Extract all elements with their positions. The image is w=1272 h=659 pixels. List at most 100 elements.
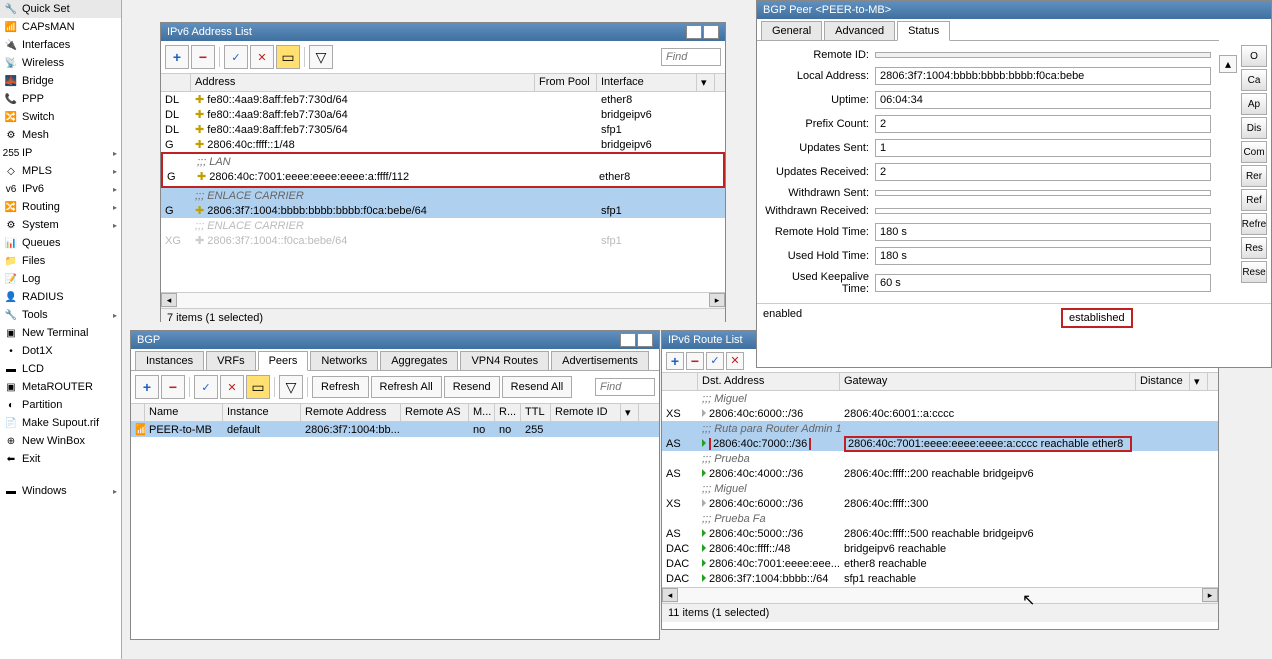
- remove-button[interactable]: −: [161, 375, 185, 399]
- close-button[interactable]: ✕: [703, 25, 719, 39]
- sidebar-item-ipv6[interactable]: v6IPv6▸: [0, 180, 121, 198]
- col-remote-id[interactable]: Remote ID: [551, 404, 621, 421]
- scrollbar-horizontal[interactable]: ◂ ▸: [662, 587, 1218, 603]
- enable-button[interactable]: ✓: [224, 45, 248, 69]
- tab-peers[interactable]: Peers: [258, 351, 309, 371]
- sidebar-item-exit[interactable]: ⬅Exit: [0, 450, 121, 468]
- filter-button[interactable]: ▽: [309, 45, 333, 69]
- scroll-up-button[interactable]: ▴: [1219, 55, 1237, 73]
- scroll-right-button[interactable]: ▸: [1202, 588, 1218, 602]
- sidebar-item-mpls[interactable]: ◇MPLS▸: [0, 162, 121, 180]
- table-row[interactable]: AS 2806:40c:5000::/362806:40c:ffff::500 …: [662, 526, 1218, 541]
- side-button-rer[interactable]: Rer: [1241, 165, 1267, 187]
- window-title-bar[interactable]: BGP Peer <PEER-to-MB>: [757, 1, 1271, 19]
- col-interface[interactable]: Interface: [597, 74, 697, 91]
- sidebar-item-partition[interactable]: ◐Partition: [0, 396, 121, 414]
- side-button-refre[interactable]: Refre: [1241, 213, 1267, 235]
- col-remote-address[interactable]: Remote Address: [301, 404, 401, 421]
- col-dst-address[interactable]: Dst. Address: [698, 373, 840, 390]
- col-menu[interactable]: ▾: [621, 404, 639, 421]
- minimize-button[interactable]: ▢: [686, 25, 702, 39]
- table-row[interactable]: AS 2806:40c:7000::/362806:40c:7001:eeee:…: [662, 436, 1218, 451]
- sidebar-item-log[interactable]: 📝Log: [0, 270, 121, 288]
- table-row[interactable]: DL✚ fe80::4aa9:8aff:feb7:7305/64sfp1: [161, 122, 725, 137]
- table-row[interactable]: 📶 PEER-to-MB default 2806:3f7:1004:bb...…: [131, 422, 659, 437]
- col-m[interactable]: M...: [469, 404, 495, 421]
- side-button-rese[interactable]: Rese: [1241, 261, 1267, 283]
- side-button-ca[interactable]: Ca: [1241, 69, 1267, 91]
- enable-button[interactable]: ✓: [706, 352, 724, 370]
- scrollbar-horizontal[interactable]: ◂ ▸: [161, 292, 725, 308]
- scroll-right-button[interactable]: ▸: [709, 293, 725, 307]
- table-row[interactable]: XG✚ 2806:3f7:1004::f0ca:bebe/64sfp1: [161, 233, 725, 248]
- sidebar-item-routing[interactable]: 🔀Routing▸: [0, 198, 121, 216]
- refresh-button[interactable]: Refresh: [312, 376, 369, 398]
- col-instance[interactable]: Instance: [223, 404, 301, 421]
- sidebar-item-new-winbox[interactable]: ⊕New WinBox: [0, 432, 121, 450]
- sidebar-item-switch[interactable]: 🔀Switch: [0, 108, 121, 126]
- disable-button[interactable]: ✕: [250, 45, 274, 69]
- add-button[interactable]: +: [165, 45, 189, 69]
- table-row[interactable]: G✚ 2806:3f7:1004:bbbb:bbbb:bbbb:f0ca:beb…: [161, 203, 725, 218]
- sidebar-item-ip[interactable]: 255IP▸: [0, 144, 121, 162]
- window-title-bar[interactable]: IPv6 Address List ▢ ✕: [161, 23, 725, 41]
- side-button-ap[interactable]: Ap: [1241, 93, 1267, 115]
- side-button-com[interactable]: Com: [1241, 141, 1267, 163]
- sidebar-item-system[interactable]: ⚙System▸: [0, 216, 121, 234]
- table-row[interactable]: AS 2806:40c:4000::/362806:40c:ffff::200 …: [662, 466, 1218, 481]
- sidebar-item-quick-set[interactable]: 🔧Quick Set: [0, 0, 121, 18]
- window-title-bar[interactable]: BGP ▢ ✕: [131, 331, 659, 349]
- tab-status[interactable]: Status: [897, 21, 950, 41]
- sidebar-item-wireless[interactable]: 📡Wireless: [0, 54, 121, 72]
- col-frompool[interactable]: From Pool: [535, 74, 597, 91]
- sidebar-item-files[interactable]: 📁Files: [0, 252, 121, 270]
- sidebar-item-new-terminal[interactable]: ▣New Terminal: [0, 324, 121, 342]
- sidebar-item-mesh[interactable]: ⚙Mesh: [0, 126, 121, 144]
- sidebar-item-tools[interactable]: 🔧Tools▸: [0, 306, 121, 324]
- scroll-left-button[interactable]: ◂: [161, 293, 177, 307]
- tab-vrfs[interactable]: VRFs: [206, 351, 256, 370]
- col-name[interactable]: Name: [145, 404, 223, 421]
- resend-button[interactable]: Resend: [444, 376, 500, 398]
- col-r[interactable]: R...: [495, 404, 521, 421]
- side-button-res[interactable]: Res: [1241, 237, 1267, 259]
- scroll-left-button[interactable]: ◂: [662, 588, 678, 602]
- filter-button[interactable]: ▽: [279, 375, 303, 399]
- side-button-o[interactable]: O: [1241, 45, 1267, 67]
- comment-button[interactable]: ▭: [246, 375, 270, 399]
- sidebar-item-ppp[interactable]: 📞PPP: [0, 90, 121, 108]
- remove-button[interactable]: −: [191, 45, 215, 69]
- table-row[interactable]: DL✚ fe80::4aa9:8aff:feb7:730a/64bridgeip…: [161, 107, 725, 122]
- refresh-all-button[interactable]: Refresh All: [371, 376, 442, 398]
- disable-button[interactable]: ✕: [726, 352, 744, 370]
- table-row[interactable]: DAC 2806:40c:ffff::/48bridgeipv6 reachab…: [662, 541, 1218, 556]
- col-menu[interactable]: ▾: [697, 74, 715, 91]
- tab-networks[interactable]: Networks: [310, 351, 378, 370]
- side-button-ref[interactable]: Ref: [1241, 189, 1267, 211]
- tab-aggregates[interactable]: Aggregates: [380, 351, 458, 370]
- close-button[interactable]: ✕: [637, 333, 653, 347]
- sidebar-item-dot1x[interactable]: •Dot1X: [0, 342, 121, 360]
- side-button-dis[interactable]: Dis: [1241, 117, 1267, 139]
- sidebar-item-make-supout.rif[interactable]: 📄Make Supout.rif: [0, 414, 121, 432]
- remove-button[interactable]: −: [686, 352, 704, 370]
- add-button[interactable]: +: [135, 375, 159, 399]
- sidebar-item-queues[interactable]: 📊Queues: [0, 234, 121, 252]
- table-row[interactable]: G✚ 2806:40c:ffff::1/48bridgeipv6: [161, 137, 725, 152]
- col-menu[interactable]: ▾: [1190, 373, 1208, 390]
- col-distance[interactable]: Distance: [1136, 373, 1190, 390]
- col-remote-as[interactable]: Remote AS: [401, 404, 469, 421]
- tab-instances[interactable]: Instances: [135, 351, 204, 370]
- comment-button[interactable]: ▭: [276, 45, 300, 69]
- add-button[interactable]: +: [666, 352, 684, 370]
- tab-general[interactable]: General: [761, 21, 822, 40]
- disable-button[interactable]: ✕: [220, 375, 244, 399]
- table-row[interactable]: DAC 2806:40c:7001:eeee:eee...ether8 reac…: [662, 556, 1218, 571]
- tab-vpn4-routes[interactable]: VPN4 Routes: [460, 351, 549, 370]
- table-row[interactable]: G✚ 2806:40c:7001:eeee:eeee:eeee:a:ffff/1…: [163, 169, 723, 184]
- enable-button[interactable]: ✓: [194, 375, 218, 399]
- table-row[interactable]: DL✚ fe80::4aa9:8aff:feb7:730d/64ether8: [161, 92, 725, 107]
- tab-advertisements[interactable]: Advertisements: [551, 351, 649, 370]
- sidebar-item-capsman[interactable]: 📶CAPsMAN: [0, 18, 121, 36]
- sidebar-item-lcd[interactable]: ▬LCD: [0, 360, 121, 378]
